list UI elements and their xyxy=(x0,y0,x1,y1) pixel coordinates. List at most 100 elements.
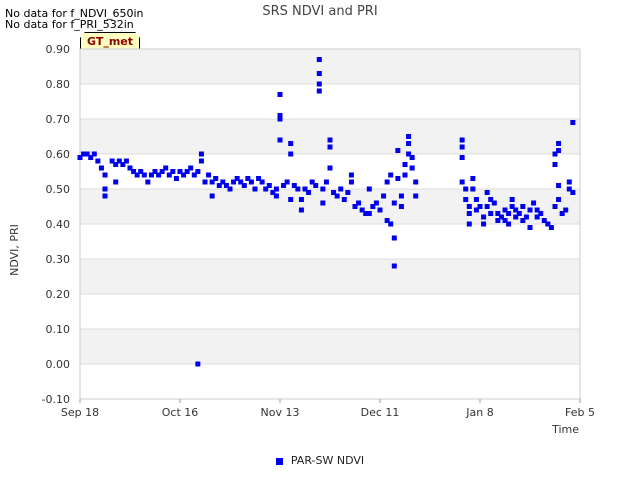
data-point xyxy=(570,120,576,125)
data-point xyxy=(288,151,294,157)
data-point xyxy=(102,193,108,199)
data-point xyxy=(356,200,362,206)
plot-band xyxy=(80,259,580,294)
data-point xyxy=(395,148,401,153)
data-point xyxy=(491,200,497,206)
data-point xyxy=(398,193,404,199)
data-point xyxy=(195,169,201,174)
data-point xyxy=(563,207,569,213)
data-point xyxy=(391,263,397,269)
data-point xyxy=(277,116,283,122)
scatter-chart: -0.10 0.00 0.10 0.20 0.30 0.40 0.50 0.60 0.70 0.8… xyxy=(8,43,595,436)
data-point xyxy=(366,186,372,192)
y-tick-label: -0.10 xyxy=(42,393,70,406)
data-point xyxy=(391,235,397,241)
legend: PAR-SW NDVI xyxy=(0,454,640,467)
legend-label: PAR-SW NDVI xyxy=(290,454,365,467)
data-point xyxy=(556,197,562,202)
x-tick-label: Sep 18 xyxy=(61,406,99,419)
data-point xyxy=(284,179,290,185)
data-point xyxy=(556,148,562,153)
y-tick-label: 0.60 xyxy=(46,148,71,161)
data-point xyxy=(413,193,419,199)
data-point xyxy=(320,186,326,192)
data-point xyxy=(341,197,347,202)
data-point xyxy=(527,207,533,213)
data-point xyxy=(552,162,558,167)
data-point xyxy=(202,179,208,185)
data-point xyxy=(102,186,108,192)
data-point xyxy=(141,172,147,178)
data-point xyxy=(516,211,522,216)
data-point xyxy=(459,137,465,143)
data-point xyxy=(273,193,279,199)
data-point xyxy=(91,151,97,157)
data-point xyxy=(566,179,572,185)
data-point xyxy=(327,165,333,171)
data-point xyxy=(259,179,265,185)
data-point xyxy=(348,179,354,185)
x-tick-label: Jan 8 xyxy=(465,406,493,419)
data-point xyxy=(316,81,322,87)
y-tick-label: 0.20 xyxy=(46,288,71,301)
data-point xyxy=(459,155,465,160)
data-point xyxy=(213,176,219,181)
data-point xyxy=(227,186,233,192)
x-tick-label: Oct 16 xyxy=(162,406,199,419)
y-tick-label: 0.30 xyxy=(46,253,71,266)
y-axis-label: NDVI, PRI xyxy=(8,224,21,276)
y-tick-label: 0.50 xyxy=(46,183,71,196)
x-tick-label: Dec 11 xyxy=(361,406,400,419)
data-point xyxy=(288,197,294,202)
data-point xyxy=(316,88,322,94)
data-point xyxy=(388,221,394,227)
data-point xyxy=(298,197,304,202)
data-point xyxy=(552,204,558,209)
data-point xyxy=(409,155,415,160)
x-axis-ticks: Sep 18 Oct 16 Nov 13 Dec 11 Jan 8 Feb 5 xyxy=(61,399,595,419)
data-point xyxy=(391,200,397,206)
data-point xyxy=(98,165,104,171)
data-point xyxy=(209,193,215,199)
data-point xyxy=(348,172,354,178)
data-point xyxy=(466,221,472,227)
data-point xyxy=(484,190,490,195)
data-point xyxy=(388,172,394,178)
data-point xyxy=(316,57,322,62)
data-point xyxy=(398,204,404,209)
data-point xyxy=(277,137,283,143)
data-point xyxy=(556,183,562,188)
data-point xyxy=(273,186,279,192)
plot-bands xyxy=(80,49,580,364)
data-point xyxy=(123,158,129,164)
data-point xyxy=(506,221,512,227)
data-point xyxy=(470,186,476,192)
data-point xyxy=(266,183,272,188)
data-point xyxy=(570,190,576,195)
data-point xyxy=(402,172,408,178)
data-point xyxy=(277,92,283,97)
data-point xyxy=(298,207,304,213)
data-point xyxy=(527,225,533,230)
data-point xyxy=(395,176,401,181)
data-point xyxy=(384,179,390,185)
data-point xyxy=(459,179,465,185)
y-tick-label: 0.80 xyxy=(46,78,71,91)
data-point xyxy=(506,211,512,216)
y-tick-label: 0.00 xyxy=(46,358,71,371)
data-point xyxy=(459,144,465,150)
data-point xyxy=(477,204,483,209)
data-point xyxy=(523,214,529,220)
data-point xyxy=(327,137,333,143)
data-point xyxy=(334,193,340,199)
data-point xyxy=(248,179,254,185)
legend-swatch xyxy=(275,457,283,465)
y-tick-label: 0.10 xyxy=(46,323,71,336)
data-point xyxy=(381,193,387,199)
data-point xyxy=(195,361,201,367)
data-point xyxy=(313,183,319,188)
data-point xyxy=(473,197,479,202)
data-point xyxy=(488,211,494,216)
data-point xyxy=(470,176,476,181)
data-point xyxy=(241,183,247,188)
